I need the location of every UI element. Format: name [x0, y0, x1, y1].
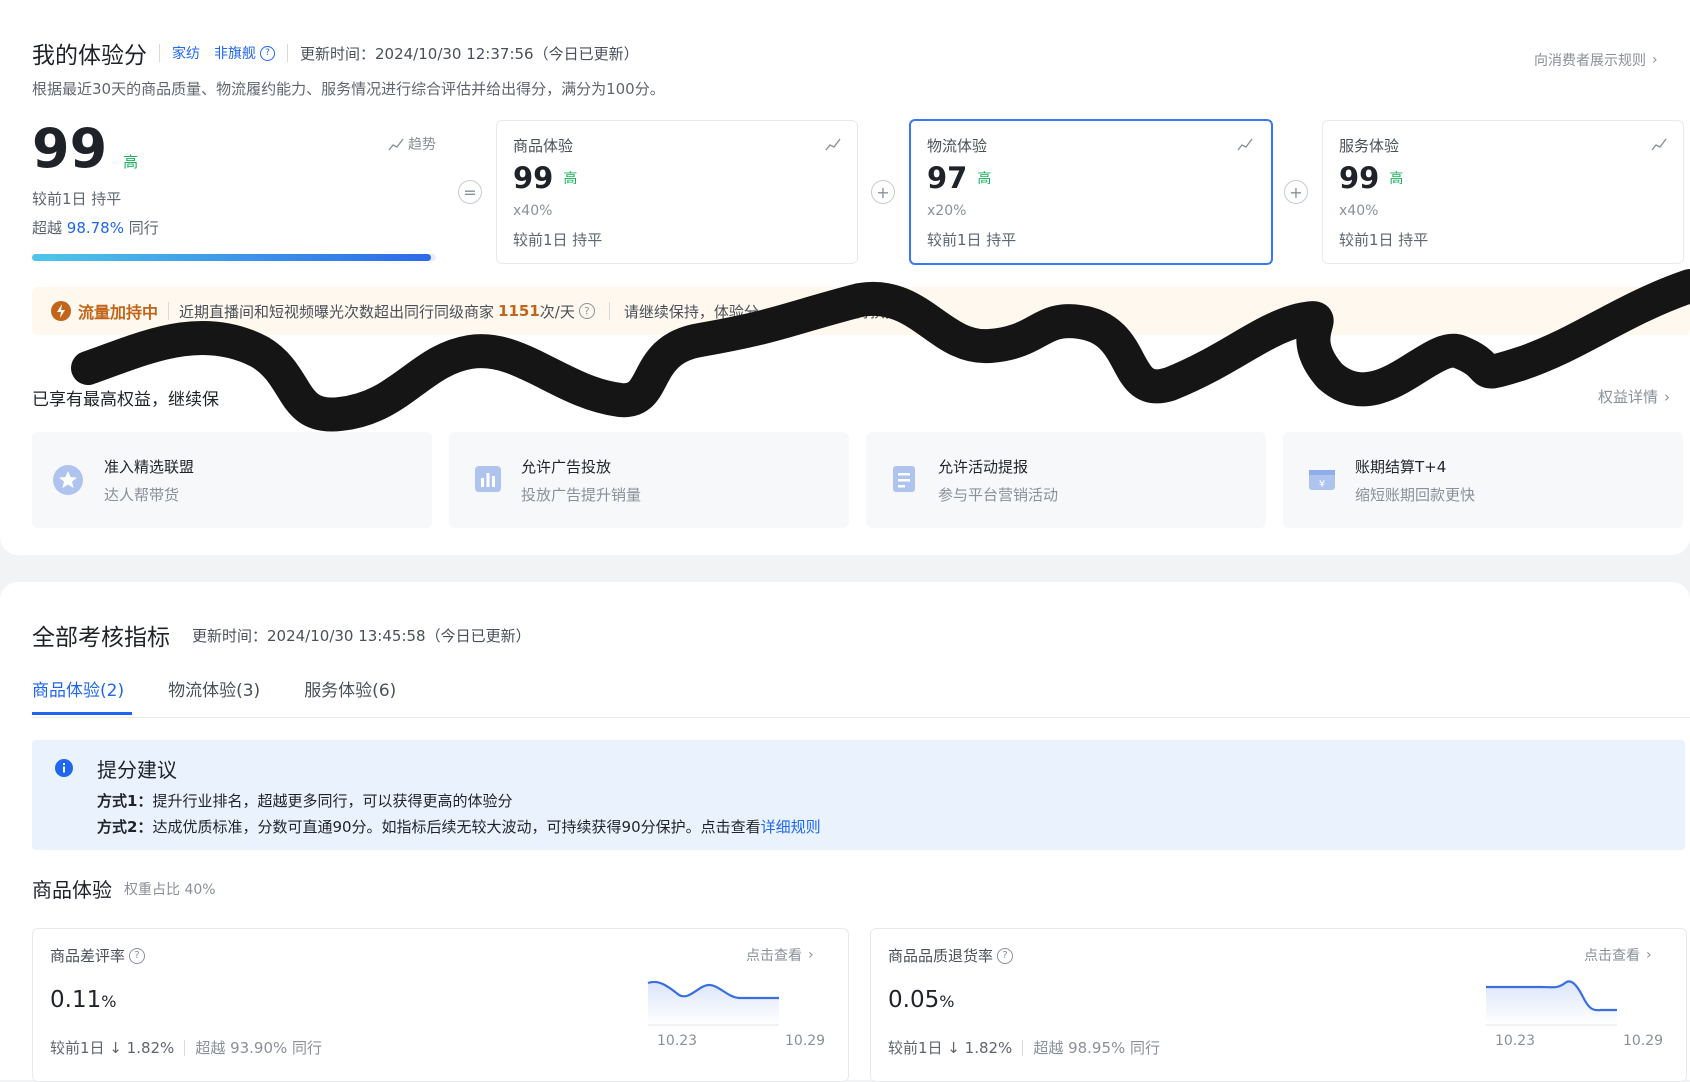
section-title: 商品体验: [32, 878, 112, 902]
tip-way-2-label: 方式2：: [97, 818, 153, 836]
info-icon: [54, 758, 74, 778]
tip-way-1-label: 方式1：: [97, 792, 153, 810]
indicator-value-row: 0.11%: [50, 987, 116, 1013]
view-link[interactable]: 点击查看 ›: [1584, 945, 1652, 965]
axis-start-label: 10.23: [1495, 1033, 1536, 1049]
indicator-beat: 超越 98.95% 同行: [1033, 1039, 1161, 1057]
score-tip-box: 提分建议 方式1：提升行业排名，超越更多同行，可以获得更高的体验分 方式2：达成…: [32, 740, 1685, 850]
section-weight: 权重占比 40%: [124, 881, 216, 898]
indicator-label: 商品品质退货率: [888, 947, 994, 965]
indicator-label: 商品差评率: [50, 947, 126, 965]
indicator-tabs: 商品体验(2) 物流体验(3) 服务体验(6): [32, 676, 396, 701]
tab-product-experience[interactable]: 商品体验(2): [32, 676, 124, 701]
indicators-header: 全部考核指标 更新时间：2024/10/30 13:45:58（今日已更新）: [32, 618, 531, 652]
indicator-card-bad-review-rate: 商品差评率 ? 点击查看 › 0.11% 较前1日 ↓ 1.82% 超越 93.…: [32, 928, 849, 1082]
indicator-value-unit: %: [939, 992, 955, 1011]
help-icon[interactable]: ?: [129, 947, 146, 964]
indicator-compare: 较前1日 ↓ 1.82%: [888, 1039, 1013, 1057]
indicator-value: 0.05: [888, 987, 940, 1013]
indicator-footer: 较前1日 ↓ 1.82% 超越 93.90% 同行: [50, 1037, 322, 1058]
help-icon[interactable]: ?: [997, 947, 1014, 964]
tab-logistics-experience[interactable]: 物流体验(3): [168, 676, 260, 701]
tab-active-indicator: [32, 712, 132, 715]
tip-way-2-text: 达成优质标准，分数可直通90分。如指标后续无较大波动，可持续获得90分保护。点击…: [152, 818, 761, 836]
indicators-card: 全部考核指标 更新时间：2024/10/30 13:45:58（今日已更新） 商…: [0, 582, 1690, 1082]
axis-end-label: 10.29: [785, 1033, 826, 1049]
product-section-header: 商品体验 权重占比 40%: [32, 874, 216, 903]
indicator-label-row: 商品品质退货率 ?: [888, 945, 1014, 966]
indicator-compare: 较前1日 ↓ 1.82%: [50, 1039, 175, 1057]
chevron-right-icon: ›: [1646, 947, 1652, 963]
view-link-label: 点击查看: [746, 948, 802, 964]
view-link-label: 点击查看: [1584, 948, 1640, 964]
tab-divider: [32, 717, 1690, 718]
redaction-scribble: [71, 269, 1690, 432]
tip-way-2: 方式2：达成优质标准，分数可直通90分。如指标后续无较大波动，可持续获得90分保…: [97, 816, 821, 837]
indicator-value: 0.11: [50, 987, 102, 1013]
axis-end-label: 10.29: [1623, 1033, 1664, 1049]
detail-rules-link[interactable]: 详细规则: [761, 818, 821, 836]
indicators-update-time: 更新时间：2024/10/30 13:45:58（今日已更新）: [192, 626, 531, 645]
tip-title: 提分建议: [97, 758, 177, 782]
divider: [184, 1039, 186, 1056]
indicator-value-row: 0.05%: [888, 987, 954, 1013]
view-link[interactable]: 点击查看 ›: [746, 945, 814, 965]
tip-way-1-text: 提升行业排名，超越更多同行，可以获得更高的体验分: [152, 792, 513, 810]
axis-start-label: 10.23: [657, 1033, 698, 1049]
indicator-label-row: 商品差评率 ?: [50, 945, 146, 966]
sparkline-quality-return-rate: [1481, 975, 1621, 1027]
tip-way-1: 方式1：提升行业排名，超越更多同行，可以获得更高的体验分: [97, 790, 512, 811]
sparkline-bad-review-rate: [643, 975, 783, 1027]
chevron-right-icon: ›: [808, 947, 814, 963]
indicator-value-unit: %: [101, 992, 117, 1011]
indicators-title: 全部考核指标: [32, 625, 170, 651]
indicator-footer: 较前1日 ↓ 1.82% 超越 98.95% 同行: [888, 1037, 1160, 1058]
tab-service-experience[interactable]: 服务体验(6): [304, 676, 396, 701]
divider: [1022, 1039, 1024, 1056]
indicator-beat: 超越 93.90% 同行: [195, 1039, 323, 1057]
indicator-card-quality-return-rate: 商品品质退货率 ? 点击查看 › 0.05% 较前1日 ↓ 1.82% 超越 9…: [870, 928, 1687, 1082]
